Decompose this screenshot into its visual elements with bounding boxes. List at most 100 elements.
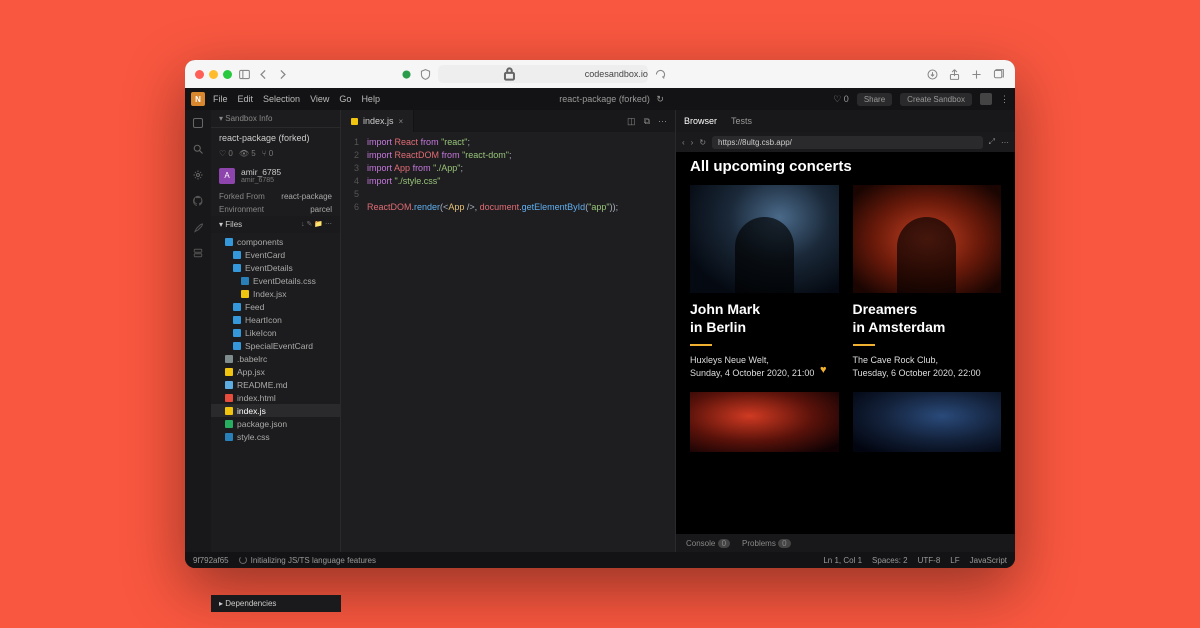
shield-icon[interactable] [419,68,432,81]
stat-likes: ♡ 0 [219,149,233,158]
status-commit[interactable]: 9f792af65 [193,556,229,565]
tree-file[interactable]: package.json [211,417,340,430]
tree-folder[interactable]: HeartIcon [211,313,340,326]
url-text: codesandbox.io [585,69,648,79]
menu-view[interactable]: View [310,94,329,104]
status-eol[interactable]: LF [950,556,959,565]
url-bar[interactable]: codesandbox.io [438,65,648,83]
tree-file[interactable]: index.html [211,391,340,404]
editor-pane: index.js × ◫ ⧉ ⋯ 123456 import React fro… [341,110,675,552]
avatar-icon[interactable] [980,93,992,105]
more-icon[interactable]: ⋮ [1000,94,1009,105]
tree-file[interactable]: Index.jsx [211,287,340,300]
gear-icon[interactable] [192,168,204,180]
tree-folder[interactable]: EventCard [211,248,340,261]
forward-icon[interactable] [276,68,289,81]
editor-more-icon[interactable]: ⋯ [658,116,667,127]
concert-title: John Markin Berlin [690,301,839,336]
menu-go[interactable]: Go [339,94,351,104]
menu-edit[interactable]: Edit [238,94,254,104]
preview-bottom-tabs: Console 0 Problems 0 [676,534,1015,552]
concert-card[interactable]: John Markin Berlin Huxleys Neue Welt,Sun… [690,185,839,380]
app-window: codesandbox.io N File Edit Selection Vie… [185,60,1015,568]
menu-selection[interactable]: Selection [263,94,300,104]
tree-file[interactable]: .babelrc [211,352,340,365]
status-spaces[interactable]: Spaces: 2 [872,556,908,565]
tree-file[interactable]: style.css [211,430,340,443]
preview-content[interactable]: All upcoming concerts John Markin Berlin… [676,152,1015,534]
tree-folder[interactable]: Feed [211,300,340,313]
sidebar: ▾ Sandbox Info react-package (forked) ♡ … [211,110,341,552]
close-tab-icon[interactable]: × [399,117,404,126]
app-logo[interactable]: N [191,92,205,106]
files-actions[interactable]: ↓ ✎ 📁 ⋯ [301,220,332,229]
tree-file-active[interactable]: index.js [211,404,340,417]
status-encoding[interactable]: UTF-8 [918,556,941,565]
diff-editor-icon[interactable]: ⧉ [644,116,650,127]
preview-more-icon[interactable]: ⋯ [1001,138,1009,147]
heart-icon[interactable]: ♥ [820,364,827,376]
nav-back-icon[interactable]: ‹ [682,138,685,147]
explorer-icon[interactable] [192,116,204,128]
menu-file[interactable]: File [213,94,228,104]
tree-folder[interactable]: SpecialEventCard [211,339,340,352]
extension-icon[interactable] [400,68,413,81]
share-icon[interactable] [948,68,961,81]
refresh-icon[interactable]: ↻ [656,94,664,104]
share-button[interactable]: Share [857,93,892,106]
split-editor-icon[interactable]: ◫ [627,116,636,127]
forked-from-row[interactable]: Forked Fromreact-package [211,190,340,203]
tab-indexjs[interactable]: index.js × [341,110,414,132]
tab-problems[interactable]: Problems 0 [742,539,790,548]
github-icon[interactable] [192,194,204,206]
files-header[interactable]: ▾ Files ↓ ✎ 📁 ⋯ [211,216,340,233]
menu-help[interactable]: Help [361,94,380,104]
close-window-icon[interactable] [195,70,204,79]
create-sandbox-button[interactable]: Create Sandbox [900,93,972,106]
code-editor[interactable]: 123456 import React from "react"; import… [341,132,675,552]
concert-meta: The Cave Rock Club,Tuesday, 6 October 20… [853,354,1002,380]
nav-forward-icon[interactable]: › [691,138,694,147]
tabs-overview-icon[interactable] [992,68,1005,81]
preview-tabs: Browser Tests [676,110,1015,132]
spinner-icon [239,556,247,564]
status-bar: 9f792af65 Initializing JS/TS language fe… [185,552,1015,568]
concert-image[interactable] [853,392,1002,452]
tree-file[interactable]: App.jsx [211,365,340,378]
rocket-icon[interactable] [192,220,204,232]
sidebar-section-header[interactable]: ▾ Sandbox Info [211,110,340,128]
sidebar-user[interactable]: A amir_6785 amir_6785 [211,161,340,190]
tree-folder[interactable]: LikeIcon [211,326,340,339]
tree-folder[interactable]: EventDetails [211,261,340,274]
concert-card[interactable]: Dreamersin Amsterdam The Cave Rock Club,… [853,185,1002,380]
reload-icon[interactable] [654,68,667,81]
server-icon[interactable] [192,246,204,258]
concert-image [690,185,839,293]
tree-file[interactable]: EventDetails.css [211,274,340,287]
nav-reload-icon[interactable]: ↻ [699,138,706,147]
new-tab-icon[interactable] [970,68,983,81]
zoom-window-icon[interactable] [223,70,232,79]
search-icon[interactable] [192,142,204,154]
tab-browser[interactable]: Browser [684,116,717,126]
preview-urlbar: ‹ › ↻ https://8ultg.csb.app/ ⤢ ⋯ [676,132,1015,152]
tree-file[interactable]: README.md [211,378,340,391]
download-icon[interactable] [926,68,939,81]
minimize-window-icon[interactable] [209,70,218,79]
tab-console[interactable]: Console 0 [686,539,730,548]
open-external-icon[interactable]: ⤢ [989,137,995,147]
project-stats: ♡ 0 👁 5 ⑂ 0 [211,146,340,161]
sidebar-toggle-icon[interactable] [238,68,251,81]
back-icon[interactable] [257,68,270,81]
activity-bar [185,110,211,552]
username: amir_6785 [241,167,281,177]
status-cursor[interactable]: Ln 1, Col 1 [823,556,862,565]
code-content[interactable]: import React from "react"; import ReactD… [367,136,675,548]
tree-folder[interactable]: components [211,235,340,248]
likes-count[interactable]: ♡ 0 [833,94,849,105]
tab-tests[interactable]: Tests [731,116,752,126]
page-title: All upcoming concerts [690,158,1001,175]
preview-url[interactable]: https://8ultg.csb.app/ [712,136,983,149]
concert-image[interactable] [690,392,839,452]
status-language[interactable]: JavaScript [970,556,1007,565]
